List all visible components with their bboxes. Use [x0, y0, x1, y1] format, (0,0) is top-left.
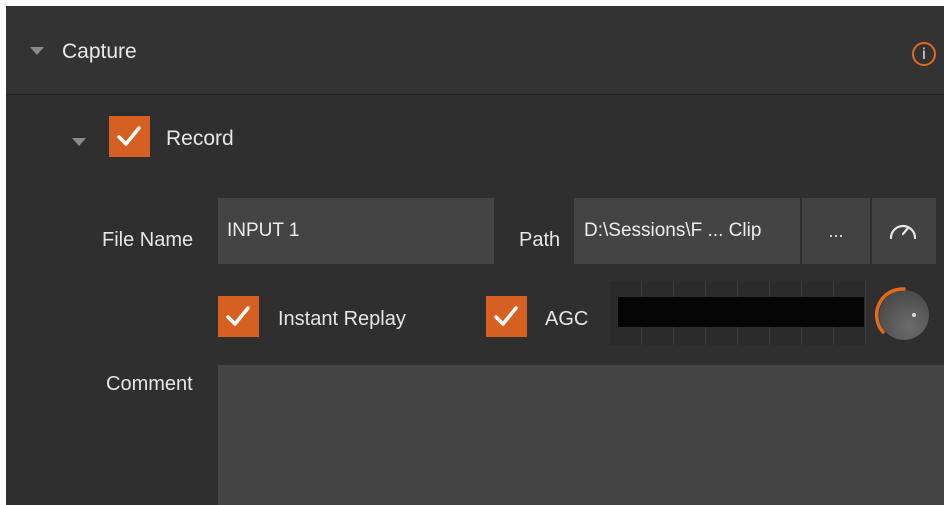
speed-settings-button[interactable] [870, 198, 936, 264]
checkmark-icon [226, 306, 250, 326]
comment-textarea[interactable] [218, 365, 944, 505]
knob-indicator [912, 313, 916, 317]
agc-label: AGC [545, 308, 589, 330]
instant-replay-checkbox[interactable] [218, 296, 259, 337]
gauge-icon [889, 224, 917, 240]
audio-level-meter [610, 281, 866, 345]
checkmark-icon [494, 306, 518, 326]
browse-button[interactable]: ... [800, 198, 870, 264]
checkmark-icon [117, 126, 141, 146]
path-label: Path [519, 229, 561, 251]
record-label: Record [166, 127, 234, 150]
knob-arc-icon [874, 287, 906, 334]
file-name-label: File Name [102, 229, 194, 251]
file-name-input[interactable]: INPUT 1 [218, 198, 494, 264]
info-icon[interactable]: i [912, 42, 936, 66]
path-input[interactable]: D:\Sessions\F ... Clip [574, 198, 800, 264]
section-title: Capture [62, 40, 137, 63]
section-header[interactable]: Capture i [6, 6, 944, 95]
record-checkbox[interactable] [109, 116, 150, 157]
audio-level-bar [618, 297, 864, 327]
instant-replay-label: Instant Replay [278, 308, 406, 330]
record-expand-triangle-icon[interactable] [72, 138, 86, 146]
agc-checkbox[interactable] [486, 296, 527, 337]
comment-label: Comment [106, 373, 193, 395]
capture-panel: Capture i Record File Name INPUT 1 Path … [6, 6, 944, 505]
expand-triangle-icon[interactable] [30, 47, 44, 55]
